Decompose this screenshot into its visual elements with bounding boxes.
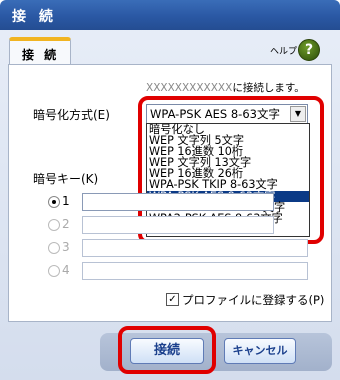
key-input-3[interactable]	[82, 239, 308, 257]
encryption-label: 暗号化方式(E)	[33, 108, 110, 122]
connect-message-suffix: に接続します。	[232, 82, 305, 94]
connect-message: XXXXXXXXXXXXに接続します。	[146, 80, 305, 95]
key-input-4[interactable]	[82, 262, 308, 280]
title-bar: 接 続	[0, 0, 340, 30]
profile-label: プロファイルに登録する(P)	[182, 293, 325, 307]
key-number: 2	[62, 217, 70, 231]
key-radio-1[interactable]	[48, 196, 60, 208]
key-radio-4[interactable]	[48, 265, 60, 277]
ssid-placeholder: XXXXXXXXXXXX	[146, 82, 233, 94]
key-radio-3[interactable]	[48, 242, 60, 254]
help-icon[interactable]: ?	[298, 39, 320, 61]
key-number: 4	[62, 263, 70, 277]
cancel-button[interactable]: キャンセル	[224, 338, 296, 364]
connect-dialog: 接 続 接 続 ヘルプ ? XXXXXXXXXXXXに接続します。 暗号化方式(…	[0, 0, 340, 380]
key-input-2[interactable]	[82, 216, 274, 234]
help-button[interactable]: ヘルプ ?	[270, 39, 322, 61]
key-number: 3	[62, 240, 70, 254]
profile-checkbox[interactable]: ✓	[166, 293, 179, 306]
key-input-1[interactable]	[82, 193, 274, 211]
help-label: ヘルプ	[270, 47, 298, 57]
tab-connect-label: 接 続	[22, 48, 60, 62]
window-title: 接 続	[12, 9, 57, 25]
key-number: 1	[62, 194, 70, 208]
key-label: 暗号キー(K)	[33, 172, 99, 186]
highlight-frame-connect-button	[118, 326, 216, 374]
key-radio-2[interactable]	[48, 219, 60, 231]
